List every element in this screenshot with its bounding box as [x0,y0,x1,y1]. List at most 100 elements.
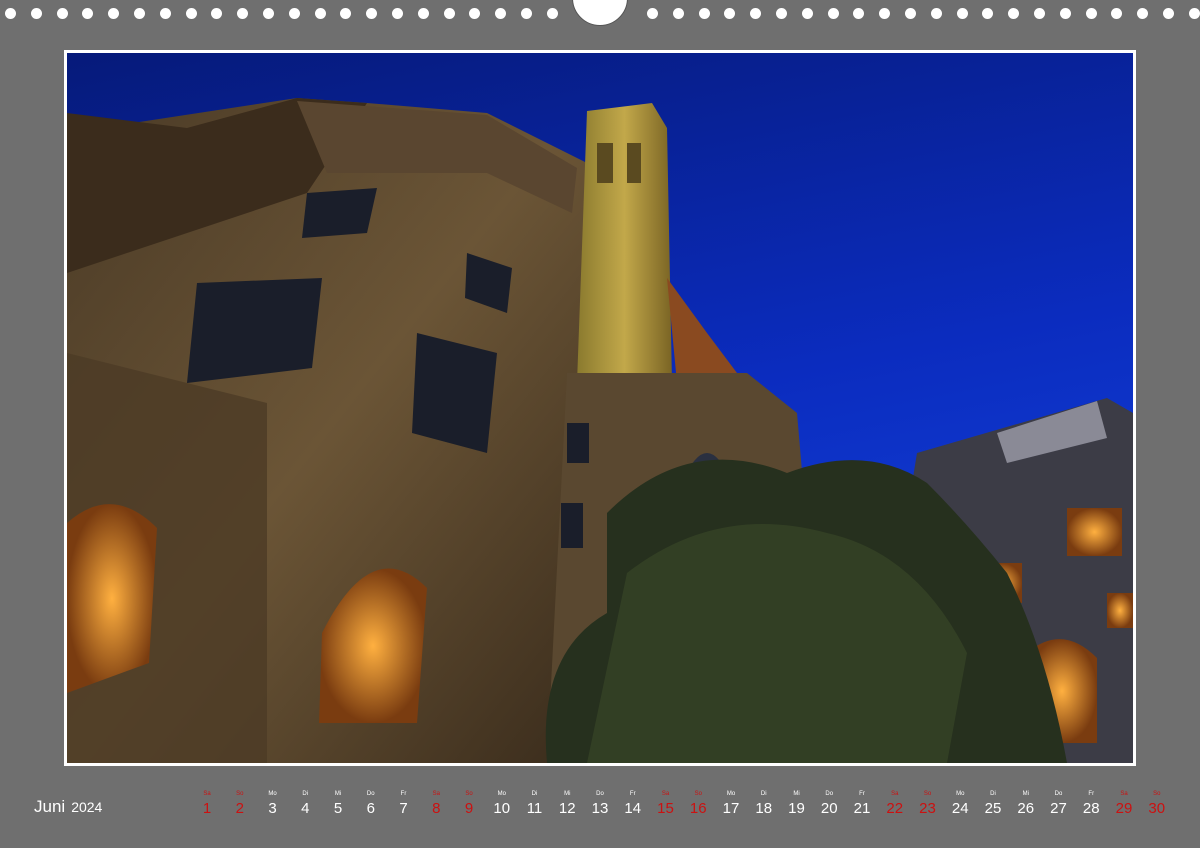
binding-hole [802,8,813,19]
binding-hole [1137,8,1148,19]
binding-hole [469,8,480,19]
calendar-day: Mi 19 [781,790,813,818]
day-number: 5 [333,800,343,817]
weekday-abbr: Mo [268,791,277,797]
day-number: 22 [886,800,904,817]
hanger-cutout [572,0,628,26]
month-name: Juni [34,797,66,816]
binding-hole [905,8,916,19]
weekday-abbr: Di [990,791,996,797]
binding-hole [1163,8,1174,19]
weekday-abbr: Mi [334,791,342,797]
weekday-abbr: Fr [859,791,865,797]
binding-hole [931,8,942,19]
binding-hole [495,8,506,19]
binding-hole [57,8,68,19]
binding-hole [263,8,274,19]
binding-hole [392,8,403,19]
day-number: 16 [689,800,707,817]
calendar-day: Mo 10 [486,790,518,818]
calendar-day: Di 4 [289,790,321,818]
calendar-day: Mo 17 [715,790,747,818]
weekday-abbr: Fr [400,791,407,797]
calendar-day: Sa 8 [420,790,452,818]
weekday-abbr: Mi [564,791,571,797]
weekday-abbr: Fr [629,791,636,797]
weekday-abbr: Di [302,791,309,797]
calendar-day: Sa 22 [879,790,911,818]
calendar-day: Do 20 [813,790,845,818]
calendar-day: Sa 15 [650,790,682,818]
calendar-day: So 16 [682,790,714,818]
day-number: 7 [399,800,408,817]
calendar-day: So 30 [1141,790,1173,818]
binding-hole [211,8,222,19]
binding-hole [237,8,248,19]
calendar-day: Sa 1 [191,790,223,818]
binding-hole [699,8,710,19]
binding-hole [444,8,455,19]
weekday-abbr: Mo [726,791,736,797]
day-number: 28 [1082,800,1100,817]
binding-hole [1034,8,1045,19]
day-number: 21 [853,800,871,817]
day-number: 11 [526,800,543,817]
calendar-day: Di 18 [748,790,780,818]
weekday-abbr: Do [596,791,604,797]
calendar-day: Fr 28 [1075,790,1107,818]
weekday-abbr: Sa [891,791,899,797]
binding-hole [1008,8,1019,19]
calendar-day: Mo 24 [944,790,976,818]
day-number: 8 [432,800,441,817]
binding-hole [289,8,300,19]
weekday-abbr: Sa [203,791,211,797]
binding-hole [82,8,93,19]
calendar-day: So 2 [224,790,256,818]
weekday-abbr: Mo [497,791,506,797]
day-number: 26 [1017,800,1035,817]
calendar-day: Do 13 [584,790,616,818]
binding-hole [134,8,145,19]
calendar-day: Di 25 [977,790,1009,818]
binding-hole [340,8,351,19]
calendar-day: So 23 [912,790,944,818]
weekday-abbr: Di [531,791,538,797]
day-number: 3 [268,800,277,817]
calendar-day: Fr 7 [388,790,420,818]
weekday-abbr: So [694,791,702,797]
binding-hole [957,8,968,19]
binding-hole [1189,8,1200,19]
weekday-abbr: So [923,791,932,797]
binding-hole [31,8,42,19]
day-number: 23 [919,800,936,817]
calendar-day: So 9 [453,790,485,818]
weekday-abbr: Mi [1022,791,1029,797]
binding-hole [5,8,16,19]
weekday-abbr: Mi [793,791,800,797]
binding-hole [1086,8,1097,19]
day-number: 24 [951,800,969,817]
calendar-day: Mi 12 [551,790,583,818]
weekday-abbr: Fr [1088,791,1095,797]
calendar-day: Fr 21 [846,790,878,818]
binding-hole [547,8,558,19]
calendar-day: Di 11 [519,790,551,818]
day-number: 1 [202,800,212,817]
month-label: Juni 2024 [34,797,102,817]
weekday-abbr: Sa [432,791,440,797]
day-number: 4 [301,800,310,817]
weekday-abbr: So [236,791,244,797]
binding-hole [1111,8,1122,19]
day-number: 29 [1115,800,1133,817]
binding-hole [879,8,890,19]
calendar-day: Fr 14 [617,790,649,818]
weekday-abbr: Do [825,791,834,797]
day-number: 14 [624,800,642,817]
weekday-abbr: Do [1054,791,1063,797]
binding-hole [521,8,532,19]
day-number: 18 [755,800,773,817]
calendar-day: Mi 26 [1010,790,1042,818]
day-number: 13 [591,800,609,817]
calendar-day: Sa 29 [1108,790,1140,818]
day-number: 25 [984,800,1002,817]
